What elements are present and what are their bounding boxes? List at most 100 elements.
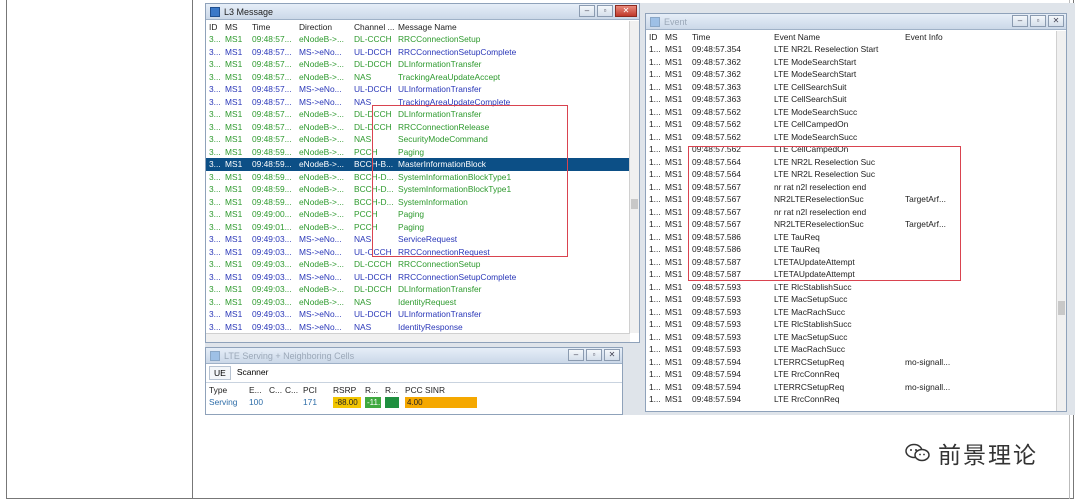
l3-message-row[interactable]: 3... MS1 09:48:57... eNodeB->... DL-DCCH DLIn… bbox=[206, 108, 630, 121]
event-row[interactable]: 1... MS1 09:48:57.567 NR2LTEReselectionSuc T… bbox=[646, 218, 1056, 231]
event-row[interactable]: 1... MS1 09:48:57.587 LTETAUpdateAttempt bbox=[646, 268, 1056, 281]
restore-icon[interactable]: ▫ bbox=[1030, 15, 1046, 27]
l3-message-row[interactable]: 3... MS1 09:48:59... eNodeB->... BCCH-D... Sy… bbox=[206, 171, 630, 184]
event-row[interactable]: 1... MS1 09:48:57.593 LTE MacRachSucc bbox=[646, 306, 1056, 319]
l3-message-row[interactable]: 3... MS1 09:49:03... MS->eNo... UL-DCCH RRCCo… bbox=[206, 271, 630, 284]
l3-message-row[interactable]: 3... MS1 09:48:57... MS->eNo... UL-DCCH RRCCo… bbox=[206, 46, 630, 59]
l3-cell-ch: DL-DCCH bbox=[354, 109, 392, 120]
cells-column-header[interactable]: Type bbox=[206, 383, 246, 396]
l3-message-row[interactable]: 3... MS1 09:49:03... eNodeB->... DL-DCCH DLIn… bbox=[206, 283, 630, 296]
l3-column-header[interactable]: Channel ... bbox=[351, 20, 395, 33]
l3-message-row[interactable]: 3... MS1 09:48:59... eNodeB->... BCCH-D... Sy… bbox=[206, 183, 630, 196]
l3-cell-ms: MS1 bbox=[225, 121, 243, 132]
restore-icon[interactable]: ▫ bbox=[597, 5, 613, 17]
l3-column-header[interactable]: Direction bbox=[296, 20, 351, 33]
event-row[interactable]: 1... MS1 09:48:57.363 LTE CellSearchSuit bbox=[646, 93, 1056, 106]
l3-message-row[interactable]: 3... MS1 09:49:03... eNodeB->... NAS Identity… bbox=[206, 296, 630, 309]
cells-column-header[interactable]: PCC SINR bbox=[402, 383, 506, 396]
event-column-header[interactable]: ID bbox=[646, 30, 662, 43]
event-row[interactable]: 1... MS1 09:48:57.362 LTE ModeSearchStart bbox=[646, 56, 1056, 69]
l3-column-header[interactable]: Message Name bbox=[395, 20, 630, 33]
l3-message-row[interactable]: 3... MS1 09:49:00... eNodeB->... PCCH Paging bbox=[206, 208, 630, 221]
l3-message-row[interactable]: 3... MS1 09:49:01... eNodeB->... PCCH Paging bbox=[206, 221, 630, 234]
l3-message-row[interactable]: 3... MS1 09:48:57... eNodeB->... DL-CCCH RRCC… bbox=[206, 33, 630, 46]
minimize-icon[interactable]: – bbox=[1012, 15, 1028, 27]
l3-message-row[interactable]: 3... MS1 09:48:59... eNodeB->... BCCH-D... Sy… bbox=[206, 196, 630, 209]
event-vertical-scrollbar[interactable] bbox=[1056, 31, 1066, 411]
l3-cell-msg: IdentityResponse bbox=[398, 321, 463, 332]
l3-message-row[interactable]: 3... MS1 09:48:59... eNodeB->... PCCH Paging bbox=[206, 146, 630, 159]
event-row[interactable]: 1... MS1 09:48:57.567 NR2LTEReselectionSuc T… bbox=[646, 193, 1056, 206]
restore-icon[interactable]: ▫ bbox=[586, 349, 602, 361]
event-row[interactable]: 1... MS1 09:48:57.562 LTE ModeSearchSucc bbox=[646, 106, 1056, 119]
close-icon[interactable]: ✕ bbox=[604, 349, 620, 361]
event-row[interactable]: 1... MS1 09:48:57.362 LTE ModeSearchStart bbox=[646, 68, 1056, 81]
event-row[interactable]: 1... MS1 09:48:57.593 LTE RlcStablishSucc bbox=[646, 281, 1056, 294]
event-row[interactable]: 1... MS1 09:48:57.593 LTE MacRachSucc bbox=[646, 343, 1056, 356]
event-column-header[interactable]: Event Name bbox=[771, 30, 902, 43]
event-scroll-thumb[interactable] bbox=[1058, 301, 1065, 315]
l3-message-row[interactable]: 3... MS1 09:48:57... eNodeB->... NAS Security… bbox=[206, 133, 630, 146]
event-row[interactable]: 1... MS1 09:48:57.594 LTE RrcConnReq bbox=[646, 368, 1056, 381]
cells-column-header[interactable]: C... bbox=[266, 383, 282, 396]
l3-cell-id: 3... bbox=[209, 321, 221, 332]
cells-table: Type E... C... C... PCI RSRP R... R... PCC SINR … bbox=[206, 383, 506, 409]
event-row[interactable]: 1... MS1 09:48:57.564 LTE NR2L Reselection … bbox=[646, 168, 1056, 181]
cells-serving-row[interactable]: Serving 100 171 -88.00 -11... 4.00 bbox=[206, 396, 506, 409]
l3-scroll-thumb[interactable] bbox=[631, 199, 638, 209]
event-row[interactable]: 1... MS1 09:48:57.586 LTE TauReq bbox=[646, 231, 1056, 244]
l3-vertical-scrollbar[interactable] bbox=[629, 21, 639, 333]
event-row[interactable]: 1... MS1 09:48:57.594 LTERRCSetupReq mo-sign… bbox=[646, 356, 1056, 369]
event-column-header[interactable]: MS bbox=[662, 30, 689, 43]
tab-scanner[interactable]: Scanner bbox=[233, 366, 273, 380]
cells-column-header[interactable]: E... bbox=[246, 383, 266, 396]
minimize-icon[interactable]: – bbox=[579, 5, 595, 17]
event-row[interactable]: 1... MS1 09:48:57.567 nr rat n2l reselectio… bbox=[646, 206, 1056, 219]
l3-message-row[interactable]: 3... MS1 09:49:03... MS->eNo... NAS ServiceRe… bbox=[206, 233, 630, 246]
l3-message-row[interactable]: 3... MS1 09:48:59... eNodeB->... BCCH-B... Ma… bbox=[206, 158, 630, 171]
l3-message-row[interactable]: 3... MS1 09:49:03... MS->eNo... UL-DCCH ULInf… bbox=[206, 308, 630, 321]
l3-column-header[interactable]: Time bbox=[249, 20, 296, 33]
event-row[interactable]: 1... MS1 09:48:57.567 nr rat n2l reselectio… bbox=[646, 181, 1056, 194]
event-column-header[interactable]: Time bbox=[689, 30, 771, 43]
l3-message-row[interactable]: 3... MS1 09:49:03... eNodeB->... DL-CCCH RRCC… bbox=[206, 258, 630, 271]
event-row[interactable]: 1... MS1 09:48:57.354 LTE NR2L Reselection … bbox=[646, 43, 1056, 56]
l3-cell-time: 09:48:59... bbox=[252, 196, 292, 207]
event-row[interactable]: 1... MS1 09:48:57.363 LTE CellSearchSuit bbox=[646, 81, 1056, 94]
event-row[interactable]: 1... MS1 09:48:57.564 LTE NR2L Reselection … bbox=[646, 156, 1056, 169]
cells-column-header[interactable]: R... bbox=[382, 383, 402, 396]
l3-message-row[interactable]: 3... MS1 09:48:57... eNodeB->... NAS Tracking… bbox=[206, 71, 630, 84]
event-row[interactable]: 1... MS1 09:48:57.562 LTE CellCampedOn bbox=[646, 143, 1056, 156]
event-row[interactable]: 1... MS1 09:48:57.586 LTE TauReq bbox=[646, 243, 1056, 256]
close-icon[interactable]: ✕ bbox=[1048, 15, 1064, 27]
l3-message-row[interactable]: 3... MS1 09:48:57... eNodeB->... DL-DCCH DLIn… bbox=[206, 58, 630, 71]
event-cell-name: LTE CellSearchSuit bbox=[774, 94, 847, 105]
l3-message-row[interactable]: 3... MS1 09:48:57... MS->eNo... UL-DCCH ULInf… bbox=[206, 83, 630, 96]
tab-ue[interactable]: UE bbox=[209, 366, 231, 380]
event-column-header[interactable]: Event Info bbox=[902, 30, 1056, 43]
l3-message-row[interactable]: 3... MS1 09:48:57... eNodeB->... DL-DCCH RRCC… bbox=[206, 121, 630, 134]
minimize-icon[interactable]: – bbox=[568, 349, 584, 361]
event-row[interactable]: 1... MS1 09:48:57.587 LTETAUpdateAttempt bbox=[646, 256, 1056, 269]
l3-horizontal-scrollbar[interactable] bbox=[206, 333, 630, 342]
event-cell-time: 09:48:57.363 bbox=[692, 94, 741, 105]
l3-message-row[interactable]: 3... MS1 09:49:03... MS->eNo... NAS IdentityR… bbox=[206, 321, 630, 334]
l3-column-header[interactable]: MS bbox=[222, 20, 249, 33]
lte-cells-window-title: LTE Serving + Neighboring Cells bbox=[224, 350, 355, 361]
close-icon[interactable]: ✕ bbox=[615, 5, 637, 17]
cells-column-header[interactable]: R... bbox=[362, 383, 382, 396]
event-row[interactable]: 1... MS1 09:48:57.593 LTE MacSetupSucc bbox=[646, 331, 1056, 344]
cells-column-header[interactable]: C... bbox=[282, 383, 300, 396]
cells-column-header[interactable]: PCI bbox=[300, 383, 330, 396]
l3-message-row[interactable]: 3... MS1 09:48:57... MS->eNo... NAS TrackingA… bbox=[206, 96, 630, 109]
l3-message-row[interactable]: 3... MS1 09:49:03... MS->eNo... UL-CCCH RRCCo… bbox=[206, 246, 630, 259]
cells-column-header[interactable]: RSRP bbox=[330, 383, 362, 396]
l3-column-header[interactable]: ID bbox=[206, 20, 222, 33]
event-row[interactable]: 1... MS1 09:48:57.593 LTE MacSetupSucc bbox=[646, 293, 1056, 306]
event-row[interactable]: 1... MS1 09:48:57.593 LTE RlcStablishSucc bbox=[646, 318, 1056, 331]
event-row[interactable]: 1... MS1 09:48:57.594 LTE RrcConnReq bbox=[646, 393, 1056, 406]
event-cell-name: LTE CellSearchSuit bbox=[774, 81, 847, 92]
event-row[interactable]: 1... MS1 09:48:57.594 LTERRCSetupReq mo-sign… bbox=[646, 381, 1056, 394]
event-row[interactable]: 1... MS1 09:48:57.562 LTE ModeSearchSucc bbox=[646, 131, 1056, 144]
event-row[interactable]: 1... MS1 09:48:57.562 LTE CellCampedOn bbox=[646, 118, 1056, 131]
